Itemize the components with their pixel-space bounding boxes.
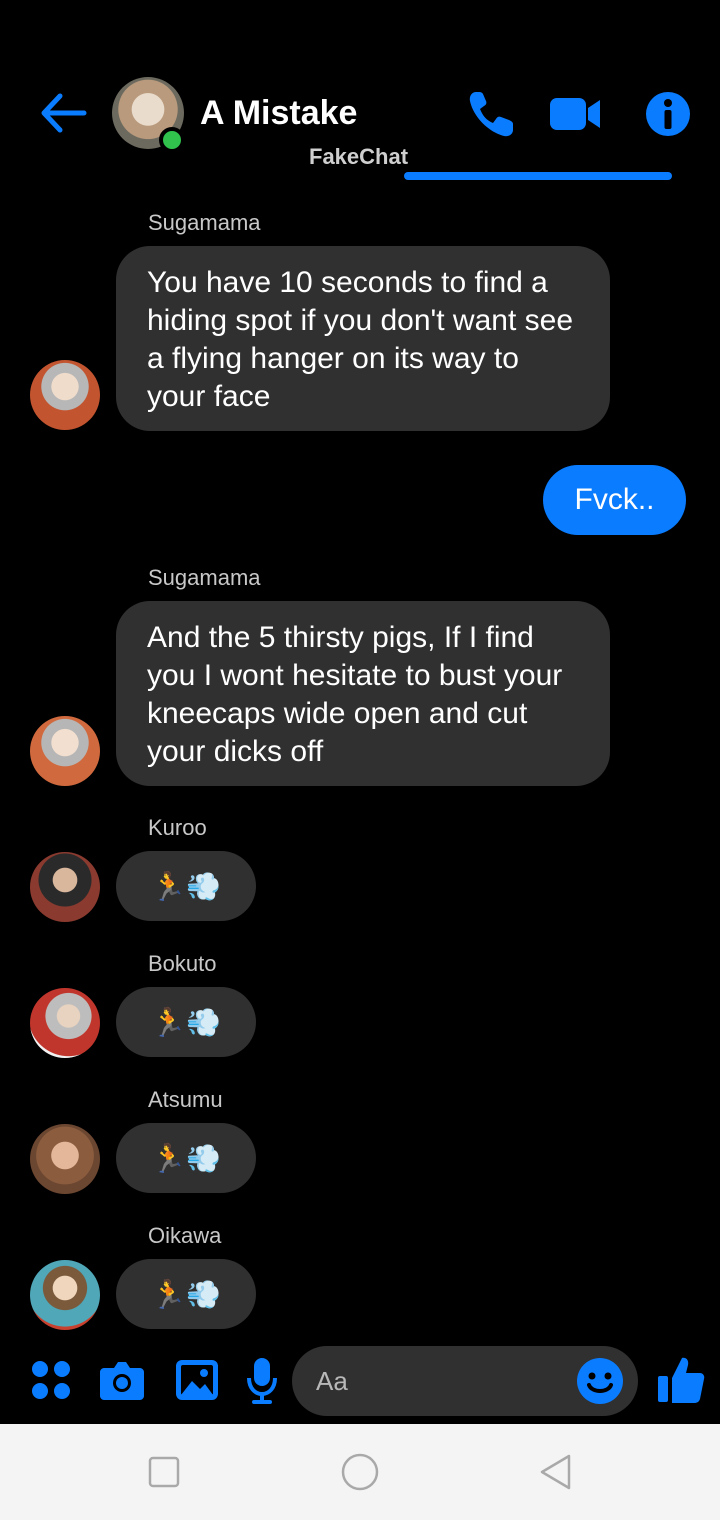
microphone-icon[interactable] (246, 1356, 278, 1406)
chat-title[interactable]: A Mistake (200, 94, 357, 133)
sender-name: Kuroo (148, 815, 207, 840)
smiley-icon[interactable] (576, 1357, 624, 1405)
back-arrow-icon[interactable] (38, 88, 88, 138)
message-bubble[interactable]: You have 10 seconds to find a hiding spo… (116, 246, 610, 431)
avatar[interactable] (30, 716, 100, 786)
header-accent-line (404, 172, 672, 180)
outgoing-message-bubble[interactable]: Fvck.. (543, 465, 686, 535)
message-input-placeholder: Aa (316, 1366, 348, 1396)
sender-name: Oikawa (148, 1223, 222, 1248)
avatar[interactable] (30, 852, 100, 922)
sender-name: Sugamama (148, 565, 261, 590)
message-bubble[interactable]: And the 5 thirsty pigs, If I find you I … (116, 601, 610, 786)
emoji-message-bubble[interactable]: 🏃💨 (116, 1123, 256, 1193)
emoji-message-bubble[interactable]: 🏃💨 (116, 851, 256, 921)
apps-grid-icon[interactable] (30, 1359, 72, 1401)
info-icon[interactable] (640, 86, 696, 142)
home-icon[interactable] (340, 1452, 380, 1492)
thumbs-up-icon[interactable] (656, 1354, 706, 1406)
sender-name: Sugamama (148, 210, 261, 235)
online-status-dot (159, 127, 185, 153)
camera-icon[interactable] (98, 1356, 146, 1404)
avatar[interactable] (30, 1124, 100, 1194)
emoji-message-bubble[interactable]: 🏃💨 (116, 987, 256, 1057)
emoji-message-bubble[interactable]: 🏃💨 (116, 1259, 256, 1329)
sender-name: Bokuto (148, 951, 217, 976)
video-camera-icon[interactable] (548, 86, 604, 142)
avatar[interactable] (30, 1260, 100, 1330)
avatar[interactable] (30, 988, 100, 1058)
gallery-icon[interactable] (174, 1357, 220, 1403)
phone-icon[interactable] (464, 86, 520, 142)
recent-apps-icon[interactable] (146, 1454, 182, 1490)
nav-back-icon[interactable] (536, 1452, 576, 1492)
watermark-label: FakeChat (309, 144, 409, 169)
sender-name: Atsumu (148, 1087, 223, 1112)
avatar[interactable] (30, 360, 100, 430)
